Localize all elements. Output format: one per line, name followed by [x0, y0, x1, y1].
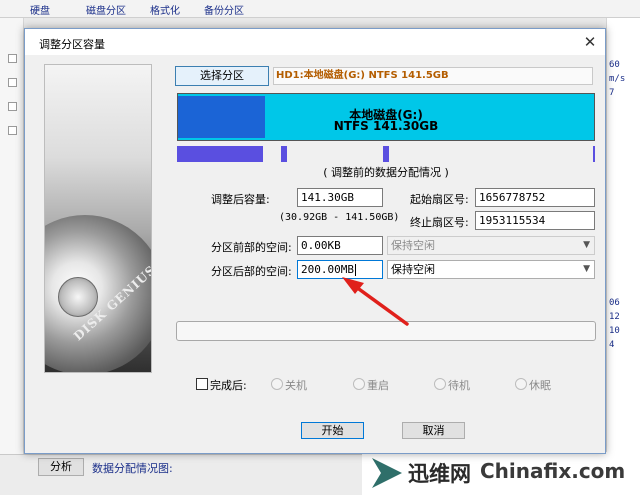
- space-before-option: 保持空闲: [391, 239, 435, 252]
- chevron-down-icon: ▼: [583, 240, 590, 250]
- start-sector-field[interactable]: 1656778752: [475, 188, 595, 207]
- space-before-field[interactable]: 0.00KB: [297, 236, 383, 255]
- tree-expand-icon: [8, 54, 17, 63]
- partition-size: NTFS 141.30GB: [333, 119, 439, 133]
- space-after-value: 200.00MB: [301, 263, 354, 276]
- select-partition-button[interactable]: 选择分区: [175, 66, 269, 86]
- tree-expand-icon: [8, 78, 17, 87]
- end-sector-field[interactable]: 1953115534: [475, 211, 595, 230]
- hibernate-radio: [515, 378, 527, 390]
- shutdown-label: 关机: [285, 379, 307, 392]
- new-capacity-label: 调整后容量:: [211, 193, 270, 206]
- space-after-label: 分区后部的空间:: [211, 265, 292, 278]
- background-detail-text: 4: [609, 340, 615, 350]
- start-button[interactable]: 开始: [301, 422, 364, 439]
- shutdown-radio: [271, 378, 283, 390]
- standby-label: 待机: [448, 379, 470, 392]
- space-after-action-select[interactable]: 保持空闲 ▼: [387, 260, 595, 279]
- background-detail-text: m/s: [609, 74, 626, 84]
- watermark-logo-icon: [372, 458, 402, 488]
- background-detail-text: 10: [609, 326, 620, 336]
- background-detail-text: 7: [609, 88, 615, 98]
- progress-bar: [176, 321, 596, 341]
- restart-label: 重启: [367, 379, 389, 392]
- restart-radio: [353, 378, 365, 390]
- space-after-option: 保持空闲: [391, 263, 435, 276]
- on-complete-checkbox[interactable]: [196, 378, 208, 390]
- analyze-button[interactable]: 分析: [38, 458, 84, 476]
- on-complete-label: 完成后:: [210, 379, 247, 392]
- background-menu-item: 格式化: [150, 6, 180, 17]
- partition-bar[interactable]: 本地磁盘(G:) NTFS 141.30GB: [177, 93, 595, 141]
- background-detail-text: 06: [609, 298, 620, 308]
- capacity-range: (30.92GB - 141.50GB): [279, 212, 400, 223]
- map-caption: ( 调整前的数据分配情况 ): [323, 166, 449, 179]
- watermark-domain: Chinafix.com: [480, 459, 626, 483]
- disk-genius-illustration: DISK GENIUS: [44, 64, 152, 373]
- space-after-field[interactable]: 200.00MB: [297, 260, 383, 279]
- space-before-label: 分区前部的空间:: [211, 241, 292, 254]
- tree-expand-icon: [8, 126, 17, 135]
- resize-partition-dialog: 调整分区容量 ✕ DISK GENIUS 选择分区 HD1:本地磁盘(G:) N…: [24, 28, 606, 454]
- background-menu-item: 硬盘: [30, 6, 50, 17]
- chevron-down-icon: ▼: [583, 264, 590, 274]
- space-before-action-select: 保持空闲 ▼: [387, 236, 595, 255]
- end-sector-label: 终止扇区号:: [410, 216, 469, 229]
- standby-radio: [434, 378, 446, 390]
- allocation-segment: [281, 146, 287, 162]
- close-icon[interactable]: ✕: [581, 33, 599, 51]
- data-map-label: 数据分配情况图:: [92, 462, 173, 475]
- dialog-title: 调整分区容量: [39, 38, 105, 51]
- background-menu-item: 磁盘分区: [86, 6, 126, 17]
- watermark: 迅维网 Chinafix.com: [362, 452, 640, 495]
- allocation-segment: [593, 146, 595, 162]
- text-caret: [354, 264, 356, 276]
- dialog-titlebar[interactable]: 调整分区容量 ✕: [25, 29, 605, 55]
- start-sector-label: 起始扇区号:: [410, 193, 469, 206]
- background-detail-text: 60: [609, 60, 620, 70]
- data-allocation-map: [177, 146, 595, 166]
- allocation-segment: [383, 146, 389, 162]
- background-detail-text: 12: [609, 312, 620, 322]
- selected-partition-info: HD1:本地磁盘(G:) NTFS 141.5GB: [273, 67, 593, 85]
- cancel-button[interactable]: 取消: [402, 422, 465, 439]
- hibernate-label: 休眠: [529, 379, 551, 392]
- background-detail-panel: 60 m/s 7 06 12 10 4: [606, 18, 640, 458]
- spindle-hub-icon: [58, 277, 98, 317]
- background-tree-panel: [0, 18, 24, 458]
- background-toolbar: 硬盘 磁盘分区 格式化 备份分区: [0, 0, 640, 18]
- new-capacity-field[interactable]: 141.30GB: [297, 188, 383, 207]
- tree-expand-icon: [8, 102, 17, 111]
- allocation-segment: [177, 146, 263, 162]
- background-menu-item: 备份分区: [204, 6, 244, 17]
- watermark-brand: 迅维网: [408, 462, 471, 486]
